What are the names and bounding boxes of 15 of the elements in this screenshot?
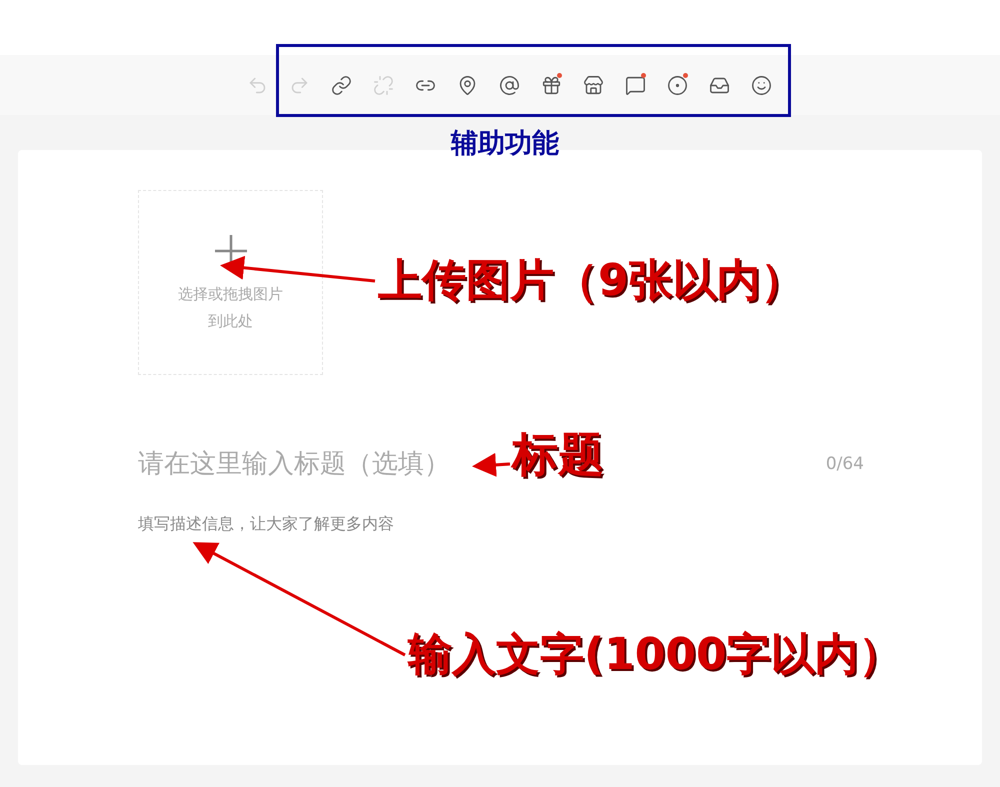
circle-dot-icon (666, 74, 688, 96)
gift-icon (540, 74, 562, 96)
annotation-label: 上传图片（9张以内） (378, 254, 805, 308)
character-counter: 0/64 (826, 452, 864, 476)
smiley-icon (750, 74, 772, 96)
message-icon (624, 74, 646, 96)
link-icon (330, 74, 352, 96)
unlink-icon (372, 74, 394, 96)
annotation-arrow (472, 452, 510, 477)
store-icon (582, 74, 604, 96)
title-field[interactable]: 请在这里输入标题（选填） (138, 445, 468, 484)
image-upload-area[interactable]: 选择或拖拽图片到此处 (138, 190, 323, 375)
annotation-label: 标题 (512, 426, 604, 483)
annotation-label: 辅助功能 (451, 127, 559, 161)
at-sign-icon (498, 74, 520, 96)
